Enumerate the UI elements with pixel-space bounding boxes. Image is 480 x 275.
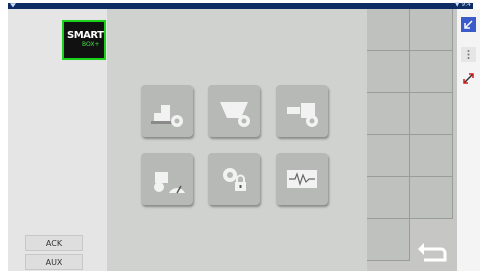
- signal-graph-button[interactable]: [276, 153, 328, 205]
- implement-settings-icon: [151, 105, 183, 127]
- function-slot-8[interactable]: [410, 135, 453, 177]
- wifi-icon: [10, 3, 16, 8]
- hopper-settings-button[interactable]: [208, 85, 260, 137]
- fullscreen-icon: [463, 73, 474, 84]
- smartbox-logo[interactable]: SMART BOX+: [62, 20, 106, 60]
- status-bar-right: ▼ 9:4: [454, 1, 471, 8]
- tractor-speed-icon: [154, 172, 185, 194]
- function-slot-3[interactable]: [367, 51, 410, 93]
- function-slot-9[interactable]: [367, 177, 410, 219]
- function-slot-4[interactable]: [410, 51, 453, 93]
- logo-text-smart: SMART: [67, 30, 104, 41]
- function-slot-7[interactable]: [367, 135, 410, 177]
- function-slot-10[interactable]: [410, 177, 453, 219]
- hopper-settings-icon: [220, 102, 250, 127]
- sprayer-settings-icon: [287, 103, 318, 127]
- signal-graph-icon: [287, 170, 317, 188]
- function-slot-11[interactable]: [367, 219, 410, 261]
- tractor-speed-button[interactable]: [141, 153, 193, 205]
- back-arrow-icon: [418, 243, 447, 262]
- main-area: [107, 9, 367, 271]
- sprayer-settings-button[interactable]: [276, 85, 328, 137]
- function-slot-5[interactable]: [367, 93, 410, 135]
- function-slot-1[interactable]: [367, 9, 410, 51]
- implement-settings-button[interactable]: [141, 85, 193, 137]
- fullscreen-button[interactable]: [461, 71, 476, 86]
- minimize-button[interactable]: [461, 17, 476, 32]
- aux-button[interactable]: AUX: [25, 254, 83, 270]
- more-vert-icon: [467, 50, 470, 59]
- function-slot-6[interactable]: [410, 93, 453, 135]
- side-strip: [457, 9, 480, 271]
- locked-settings-icon: [223, 168, 246, 191]
- ack-button[interactable]: ACK: [25, 235, 83, 251]
- logo-text-box: BOX+: [82, 41, 100, 48]
- function-slot-2[interactable]: [410, 9, 453, 51]
- back-button[interactable]: [410, 229, 457, 271]
- more-button[interactable]: [461, 47, 476, 62]
- locked-settings-button[interactable]: [208, 153, 260, 205]
- minimize-icon: [464, 20, 473, 29]
